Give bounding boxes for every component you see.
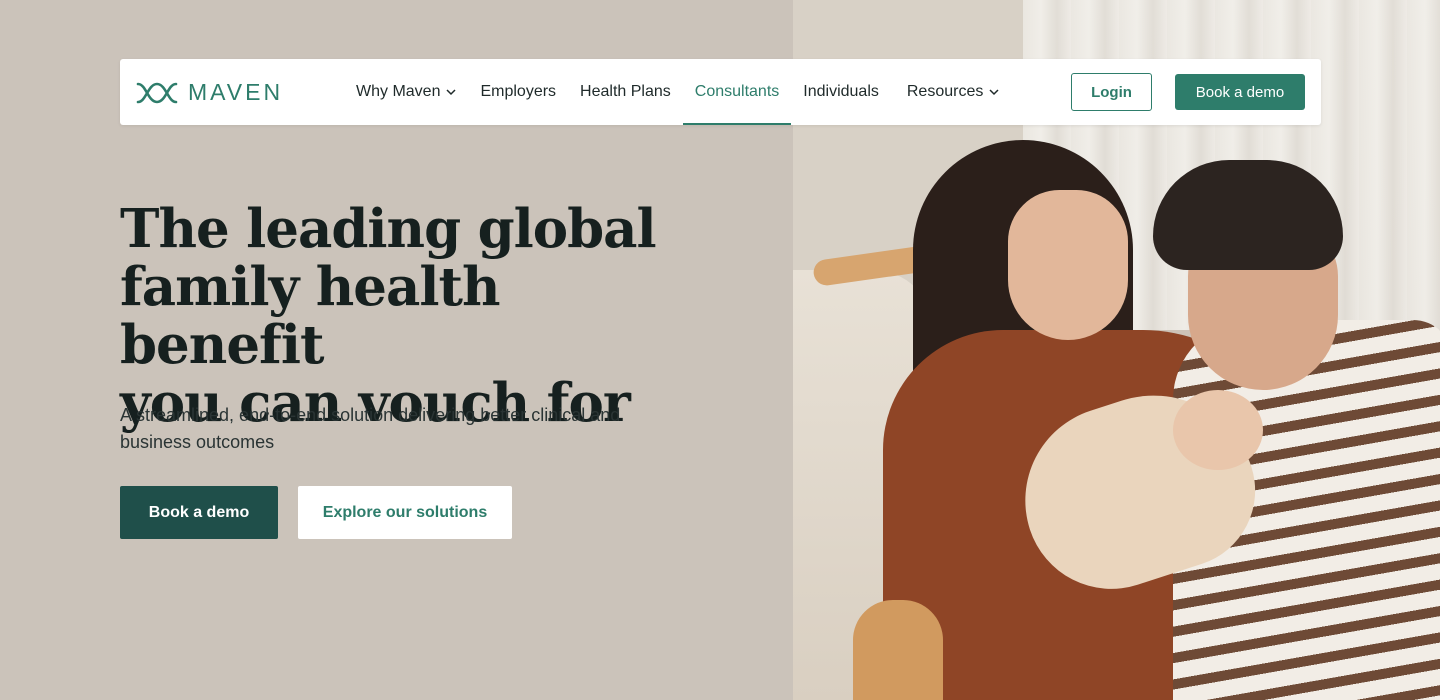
nav-item-label: Why Maven bbox=[356, 83, 441, 100]
nav-links: Why Maven Employers Health Plans Consult… bbox=[344, 59, 1011, 125]
maven-logo-icon bbox=[136, 81, 178, 105]
chevron-down-icon bbox=[989, 89, 999, 96]
photo-father-hair bbox=[1153, 160, 1343, 270]
nav-item-individuals[interactable]: Individuals bbox=[791, 59, 891, 125]
chevron-down-icon bbox=[446, 89, 456, 96]
hero-subtitle: A streamlined, end-to-end solution deliv… bbox=[120, 405, 621, 452]
nav-item-why-maven[interactable]: Why Maven bbox=[344, 59, 468, 125]
nav-item-health-plans[interactable]: Health Plans bbox=[568, 59, 683, 125]
maven-logo-text: MAVEN bbox=[188, 79, 284, 105]
nav-item-resources[interactable]: Resources bbox=[895, 59, 1011, 125]
book-demo-button[interactable]: Book a demo bbox=[120, 486, 278, 539]
hero-title-line: family health benefit bbox=[120, 256, 500, 376]
photo-mother-face bbox=[1008, 190, 1128, 340]
explore-solutions-button[interactable]: Explore our solutions bbox=[298, 486, 512, 539]
photo-chair-leg bbox=[853, 600, 943, 700]
top-navigation: MAVEN Why Maven Employers Health Plans C… bbox=[120, 59, 1321, 125]
hero-title: The leading global family health benefit… bbox=[120, 200, 680, 432]
maven-logo[interactable]: MAVEN bbox=[136, 79, 283, 106]
nav-item-consultants[interactable]: Consultants bbox=[682, 59, 792, 125]
nav-item-label: Employers bbox=[480, 83, 557, 100]
photo-baby-head bbox=[1173, 390, 1263, 470]
hero-title-line: The leading global bbox=[120, 198, 657, 260]
nav-item-label: Resources bbox=[906, 83, 984, 100]
nav-item-label: Consultants bbox=[694, 83, 780, 100]
nav-item-label: Health Plans bbox=[580, 83, 671, 100]
nav-book-demo-button[interactable]: Book a demo bbox=[1175, 74, 1305, 110]
nav-item-employers[interactable]: Employers bbox=[468, 59, 568, 125]
nav-item-label: Individuals bbox=[803, 83, 879, 100]
login-button[interactable]: Login bbox=[1071, 73, 1152, 111]
